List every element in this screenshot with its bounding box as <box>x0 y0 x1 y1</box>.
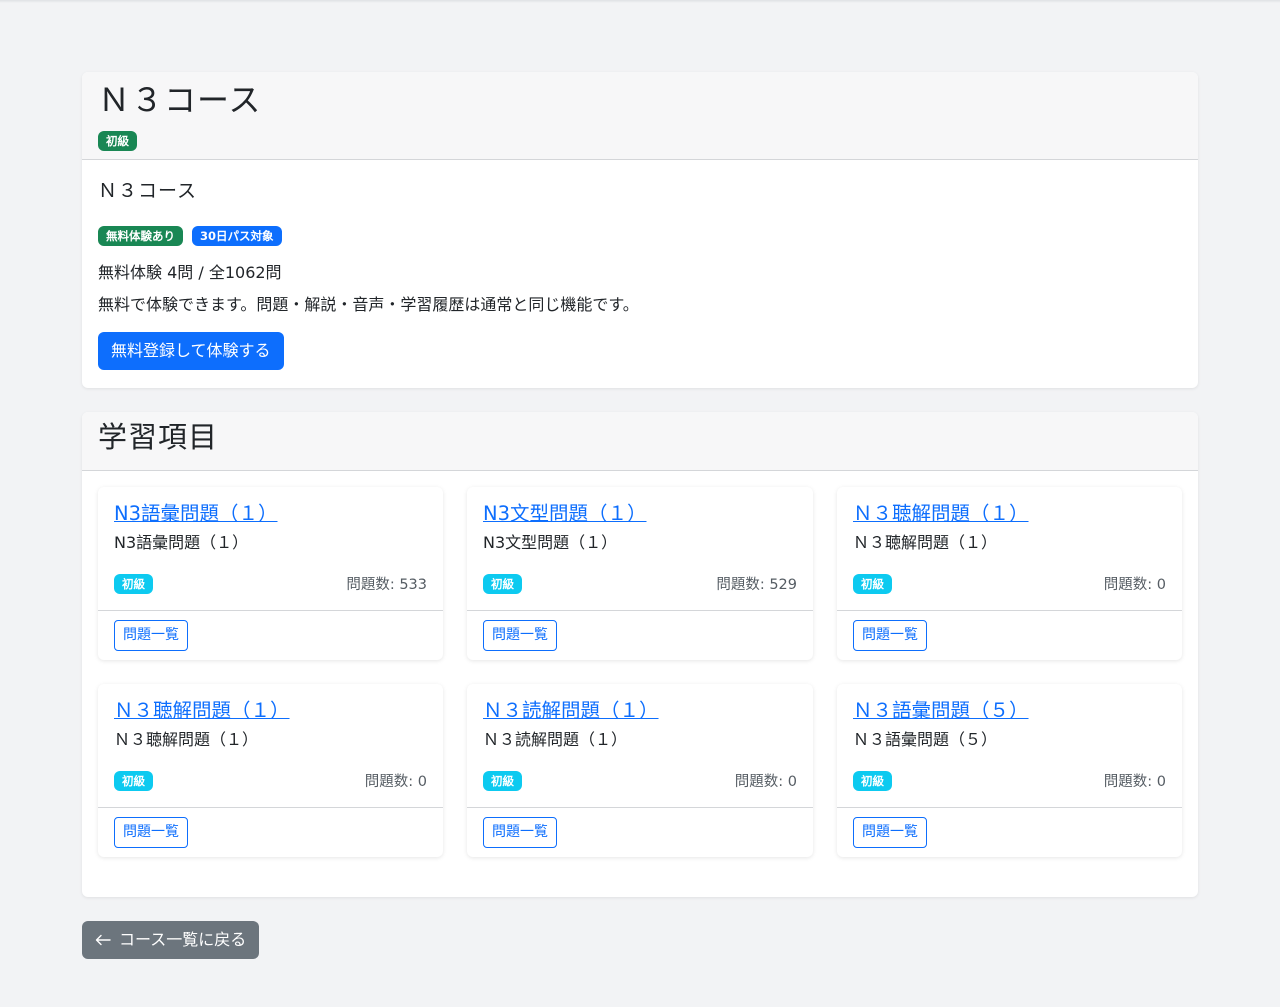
study-item-title-link[interactable]: Ｎ３聴解問題（１） <box>114 699 290 722</box>
course-badges: 無料体験あり 30日パス対象 <box>98 226 1182 246</box>
level-badge: 初級 <box>853 770 892 791</box>
question-count: 問題数: 0 <box>1103 577 1166 593</box>
question-list-button[interactable]: 問題一覧 <box>114 620 188 651</box>
level-badge: 初級 <box>483 573 522 594</box>
study-item-subtitle: Ｎ３読解問題（１） <box>483 730 628 749</box>
level-badge: 初級 <box>114 770 153 791</box>
study-item-subtitle: Ｎ３語彙問題（５） <box>853 730 998 749</box>
study-item-subtitle: N3文型問題（１） <box>483 533 618 552</box>
course-header: Ｎ３コース 初級 <box>82 72 1198 160</box>
question-count: 問題数: 533 <box>346 577 427 593</box>
top-shadow <box>0 0 1280 3</box>
question-list-button[interactable]: 問題一覧 <box>483 620 557 651</box>
study-item-title-link[interactable]: Ｎ３聴解問題（１） <box>853 502 1029 525</box>
study-item: Ｎ３読解問題（１） Ｎ３読解問題（１） 初級 問題数: 0 問題一覧 <box>467 684 813 857</box>
question-list-button[interactable]: 問題一覧 <box>853 817 927 848</box>
question-count: 問題数: 529 <box>716 577 797 593</box>
study-item-subtitle: Ｎ３聴解問題（１） <box>114 730 259 749</box>
course-title: Ｎ３コース <box>98 81 262 119</box>
study-items-header: 学習項目 <box>82 412 1198 471</box>
question-count: 問題数: 0 <box>364 774 427 790</box>
main-container: Ｎ３コース 初級 Ｎ３コース 無料体験あり 30日パス対象 無料体験 4問 / … <box>82 72 1198 897</box>
signup-trial-button[interactable]: 無料登録して体験する <box>98 332 284 370</box>
course-card: Ｎ３コース 初級 Ｎ３コース 無料体験あり 30日パス対象 無料体験 4問 / … <box>82 72 1198 388</box>
back-button-label: コース一覧に戻る <box>119 930 247 949</box>
free-trial-badge: 無料体験あり <box>98 226 183 246</box>
level-badge: 初級 <box>853 573 892 594</box>
study-item-title-link[interactable]: N3語彙問題（１） <box>114 502 278 525</box>
study-item: Ｎ３聴解問題（１） Ｎ３聴解問題（１） 初級 問題数: 0 問題一覧 <box>837 487 1182 660</box>
question-count: 問題数: 0 <box>734 774 797 790</box>
study-item-subtitle: N3語彙問題（１） <box>114 533 249 552</box>
study-items-grid: N3語彙問題（１） N3語彙問題（１） 初級 問題数: 533 問題一覧 N3文… <box>82 471 1198 857</box>
study-item-title-link[interactable]: Ｎ３語彙問題（５） <box>853 699 1029 722</box>
study-item: N3語彙問題（１） N3語彙問題（１） 初級 問題数: 533 問題一覧 <box>98 487 443 660</box>
level-badge: 初級 <box>114 573 153 594</box>
course-level-badge: 初級 <box>98 131 137 151</box>
question-count: 問題数: 0 <box>1103 774 1166 790</box>
study-items-card: 学習項目 N3語彙問題（１） N3語彙問題（１） 初級 問題数: 533 問題一… <box>82 412 1198 897</box>
back-to-courses-button[interactable]: コース一覧に戻る <box>82 921 260 959</box>
study-items-heading: 学習項目 <box>98 420 219 454</box>
study-item-title-link[interactable]: N3文型問題（１） <box>483 502 647 525</box>
30day-pass-badge: 30日パス対象 <box>192 226 282 246</box>
study-item: Ｎ３聴解問題（１） Ｎ３聴解問題（１） 初級 問題数: 0 問題一覧 <box>98 684 443 857</box>
question-list-button[interactable]: 問題一覧 <box>114 817 188 848</box>
question-list-button[interactable]: 問題一覧 <box>483 817 557 848</box>
study-item: N3文型問題（１） N3文型問題（１） 初級 問題数: 529 問題一覧 <box>467 487 813 660</box>
study-item: Ｎ３語彙問題（５） Ｎ３語彙問題（５） 初級 問題数: 0 問題一覧 <box>837 684 1182 857</box>
level-badge: 初級 <box>483 770 522 791</box>
question-list-button[interactable]: 問題一覧 <box>853 620 927 651</box>
free-trial-description: 無料で体験できます。問題・解説・音声・学習履歴は通常と同じ機能です。 <box>98 295 639 314</box>
free-trial-info: 無料体験 4問 / 全1062問 <box>98 263 282 282</box>
course-body: Ｎ３コース 無料体験あり 30日パス対象 無料体験 4問 / 全1062問 無料… <box>82 160 1198 370</box>
study-item-title-link[interactable]: Ｎ３読解問題（１） <box>483 699 659 722</box>
study-item-subtitle: Ｎ３聴解問題（１） <box>853 533 998 552</box>
arrow-left-icon <box>95 934 111 946</box>
course-subtitle: Ｎ３コース <box>98 180 198 202</box>
